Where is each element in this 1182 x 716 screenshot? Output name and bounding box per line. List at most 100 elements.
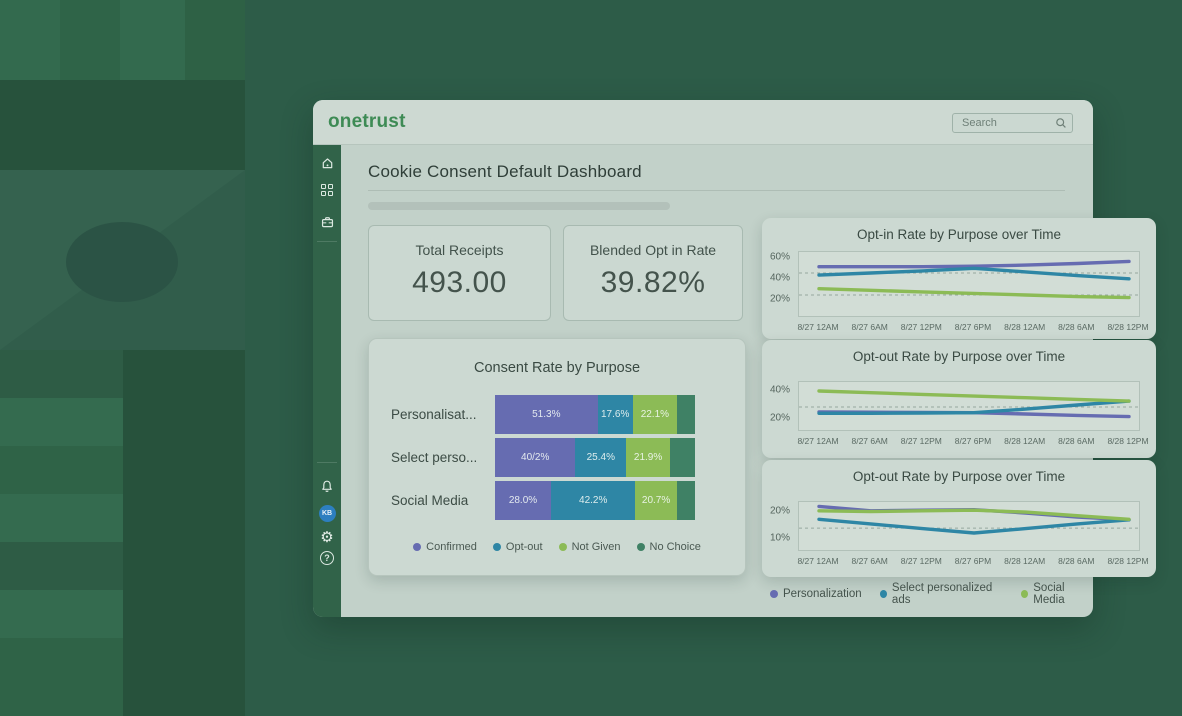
briefcase-icon xyxy=(320,215,335,229)
line-series-select-personalized-ads xyxy=(819,268,1129,279)
x-tick-label: 8/28 12PM xyxy=(1107,436,1148,446)
background-shape xyxy=(0,494,123,542)
legend-label: Opt-out xyxy=(506,541,543,553)
filter-skeleton-bar xyxy=(368,202,670,210)
stat-value: 493.00 xyxy=(369,266,550,300)
line-chart: 10%20% 8/27 12AM8/27 6AM8/27 12PM8/27 6P… xyxy=(762,460,1156,577)
consent-rate-chart-card: Consent Rate by Purpose Personalisat...5… xyxy=(368,338,746,576)
line-series-personalization xyxy=(819,261,1129,266)
line-chart: 20%40%60% 8/27 12AM8/27 6AM8/27 12PM8/27… xyxy=(762,218,1156,339)
stat-card-total-receipts: Total Receipts 493.00 xyxy=(368,225,551,321)
legend-item: Select personalized ads xyxy=(880,582,1003,606)
bar-segment-value: 17.6% xyxy=(601,409,629,420)
x-tick-label: 8/27 6AM xyxy=(851,436,887,446)
stacked-bar-chart: Personalisat... 51.3% 17.6% 22.1% Select per… xyxy=(369,395,745,524)
x-tick-label: 8/27 6AM xyxy=(851,322,887,332)
sidebar-divider xyxy=(317,241,337,242)
sidebar-item-settings[interactable]: ⚙ xyxy=(313,530,341,545)
background-ellipse xyxy=(66,222,178,302)
plot-area xyxy=(798,381,1140,431)
purpose-legend: Personalization Select personalized ads So… xyxy=(770,582,1093,606)
bar-category-label: Select perso... xyxy=(369,438,495,477)
legend-item: Personalization xyxy=(770,582,862,606)
opt-out-rate-chart-card-2: Opt-out Rate by Purpose over Time 10%20%… xyxy=(762,460,1156,577)
bar-segment-confirmed: 28.0% xyxy=(495,481,551,520)
legend-item: Social Media xyxy=(1021,582,1093,606)
x-tick-label: 8/27 6PM xyxy=(955,436,991,446)
teal-dot-icon xyxy=(880,590,887,598)
green-dot-icon xyxy=(1021,590,1028,598)
bar-segment-value: 40/2% xyxy=(521,452,549,463)
bar-segment-confirmed: 51.3% xyxy=(495,395,598,434)
x-tick-label: 8/28 12PM xyxy=(1107,556,1148,566)
y-axis-ticks: 20%40%60% xyxy=(762,251,793,315)
search-icon xyxy=(1055,117,1067,129)
background-shape xyxy=(0,0,60,80)
sidebar-item-home[interactable] xyxy=(313,156,341,170)
background-shape xyxy=(0,398,123,446)
y-tick-label: 60% xyxy=(770,252,790,263)
x-tick-label: 8/27 12AM xyxy=(797,436,838,446)
y-axis-ticks: 10%20% xyxy=(762,501,793,549)
search-box[interactable] xyxy=(952,113,1073,133)
bar-track: 51.3% 17.6% 22.1% xyxy=(495,395,695,434)
x-tick-label: 8/27 12AM xyxy=(797,556,838,566)
background-shape xyxy=(0,446,123,494)
line-chart: 20%40% 8/27 12AM 8/27 6AM 8/27 12PM 8/27 6P… xyxy=(762,340,1156,458)
x-tick-label: 8/28 6AM xyxy=(1058,322,1094,332)
bell-icon xyxy=(320,479,334,494)
y-tick-label: 20% xyxy=(770,294,790,305)
plot-area xyxy=(798,251,1140,317)
green-dot-icon xyxy=(559,543,567,551)
x-axis-ticks: 8/27 12AM8/27 6AM8/27 12PM8/27 6PM8/28 1… xyxy=(798,556,1138,568)
sidebar: KB ⚙ ? xyxy=(313,145,341,617)
purple-dot-icon xyxy=(770,590,778,598)
bar-segment-not-given: 20.7% xyxy=(635,481,676,520)
chart-title: Consent Rate by Purpose xyxy=(369,360,745,376)
x-tick-label: 8/28 12AM xyxy=(1004,436,1045,446)
bar-segment-value: 28.0% xyxy=(509,495,537,506)
x-axis-ticks: 8/27 12AM8/27 6AM8/27 12PM8/27 6PM8/28 1… xyxy=(798,322,1138,334)
bar-category-label: Personalisat... xyxy=(369,395,495,434)
sidebar-item-help[interactable]: ? xyxy=(313,551,341,565)
background-shape xyxy=(0,170,245,350)
bar-row: Select perso... 40/2% 25.4% 21.9% xyxy=(369,438,745,477)
background-shape xyxy=(0,542,123,590)
legend-item: Opt-out xyxy=(493,541,543,553)
bar-category-label: Social Media xyxy=(369,481,495,520)
y-axis-ticks: 20%40% xyxy=(762,381,793,429)
legend-item: Confirmed xyxy=(413,541,477,553)
sidebar-item-apps[interactable] xyxy=(313,184,341,196)
x-tick-label: 8/27 12AM xyxy=(797,322,838,332)
x-tick-label: 8/27 6AM xyxy=(851,556,887,566)
legend-item: No Choice xyxy=(637,541,701,553)
x-tick-label: 8/27 12PM xyxy=(901,436,942,446)
teal-dot-icon xyxy=(493,543,501,551)
chart-legend: ConfirmedOpt-outNot GivenNo Choice xyxy=(369,541,745,553)
x-tick-label: 8/27 12PM xyxy=(901,322,942,332)
plot-area xyxy=(798,501,1140,551)
stat-label: Total Receipts xyxy=(369,242,550,258)
stat-card-blended-opt-in-rate: Blended Opt in Rate 39.82% xyxy=(563,225,743,321)
bar-segment-value: 21.9% xyxy=(634,452,662,463)
line-series-social-media xyxy=(819,289,1129,298)
bar-segment-opt-out: 17.6% xyxy=(598,395,633,434)
x-tick-label: 8/28 12AM xyxy=(1004,322,1045,332)
bar-segment-not-given: 22.1% xyxy=(633,395,677,434)
purple-dot-icon xyxy=(413,543,421,551)
y-tick-label: 20% xyxy=(770,412,790,423)
background-shape xyxy=(185,0,245,80)
stat-value: 39.82% xyxy=(564,266,742,300)
sidebar-item-workspace[interactable] xyxy=(313,215,341,229)
title-divider xyxy=(368,190,1065,191)
bar-segment-value: 25.4% xyxy=(587,452,615,463)
sidebar-item-profile[interactable]: KB xyxy=(313,505,341,522)
dashboard-content: Cookie Consent Default Dashboard Total R… xyxy=(341,145,1093,617)
bar-segment-value: 20.7% xyxy=(642,495,670,506)
dashboard-window: onetrust xyxy=(313,100,1093,617)
sidebar-item-notifications[interactable] xyxy=(313,479,341,494)
x-tick-label: 8/28 6AM xyxy=(1058,556,1094,566)
bar-segment-value: 51.3% xyxy=(532,409,560,420)
opt-in-rate-chart-card: Opt-in Rate by Purpose over Time 20%40%6… xyxy=(762,218,1156,339)
x-tick-label: 8/27 12PM xyxy=(901,556,942,566)
